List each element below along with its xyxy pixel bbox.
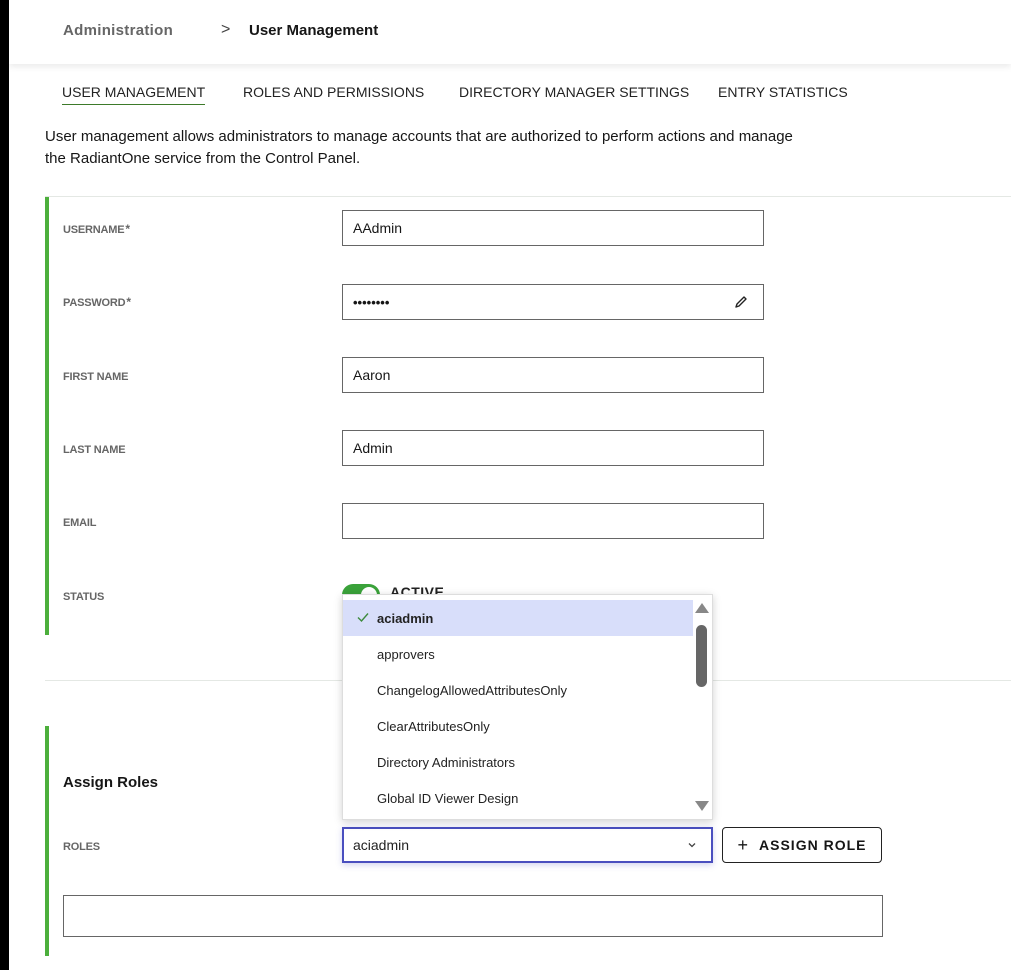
user-details-section-bar [45, 197, 49, 635]
page-description: User management allows administrators to… [45, 128, 793, 167]
tab-roles-and-permissions[interactable]: ROLES AND PERMISSIONS [243, 84, 424, 104]
roles-select[interactable]: aciadmin [342, 827, 713, 863]
breadcrumb-administration[interactable]: Administration [63, 22, 173, 39]
chevron-down-icon [688, 843, 696, 848]
window-edge [0, 0, 9, 970]
plus-icon: + [737, 834, 750, 855]
password-input[interactable]: •••••••• [342, 284, 764, 320]
assign-roles-section-bar [45, 726, 49, 956]
roles-dropdown-menu: aciadmin approvers ChangelogAllowedAttri… [342, 594, 713, 820]
assigned-roles-list[interactable] [63, 895, 883, 937]
tab-directory-manager-settings[interactable]: DIRECTORY MANAGER SETTINGS [459, 84, 689, 104]
breadcrumb-current: User Management [249, 22, 379, 39]
dropdown-option-clearattributes[interactable]: ClearAttributesOnly [343, 708, 693, 744]
dropdown-option-directory-administrators[interactable]: Directory Administrators [343, 744, 693, 780]
divider [45, 196, 1011, 197]
roles-label: ROLES [63, 841, 100, 853]
status-label: STATUS [63, 591, 105, 603]
tab-entry-statistics[interactable]: ENTRY STATISTICS [718, 84, 848, 104]
dropdown-option-global-id-viewer-design[interactable]: Global ID Viewer Design [343, 780, 693, 816]
scroll-down-arrow-icon[interactable] [695, 801, 709, 811]
pencil-icon[interactable] [733, 294, 749, 310]
scrollbar-thumb[interactable] [696, 625, 707, 687]
assign-role-button[interactable]: + ASSIGN ROLE [722, 827, 882, 863]
password-label: PASSWORD* [63, 295, 131, 309]
username-label: USERNAME* [63, 222, 130, 236]
dropdown-option-changelog[interactable]: ChangelogAllowedAttributesOnly [343, 672, 693, 708]
breadcrumb-chevron-icon: > [221, 21, 231, 38]
email-label: EMAIL [63, 517, 97, 529]
page-header: Administration > User Management [9, 0, 1011, 64]
username-input[interactable]: AAdmin [342, 210, 764, 246]
assign-roles-title: Assign Roles [63, 774, 159, 791]
last-name-label: LAST NAME [63, 444, 126, 456]
scroll-up-arrow-icon[interactable] [695, 603, 709, 613]
tab-user-management[interactable]: USER MANAGEMENT [62, 84, 206, 105]
email-input[interactable] [342, 503, 764, 539]
first-name-label: FIRST NAME [63, 371, 129, 383]
dropdown-option-aciadmin[interactable]: aciadmin [343, 600, 693, 636]
last-name-input[interactable]: Admin [342, 430, 764, 466]
checkmark-icon [357, 613, 369, 623]
dropdown-option-approvers[interactable]: approvers [343, 636, 693, 672]
first-name-input[interactable]: Aaron [342, 357, 764, 393]
